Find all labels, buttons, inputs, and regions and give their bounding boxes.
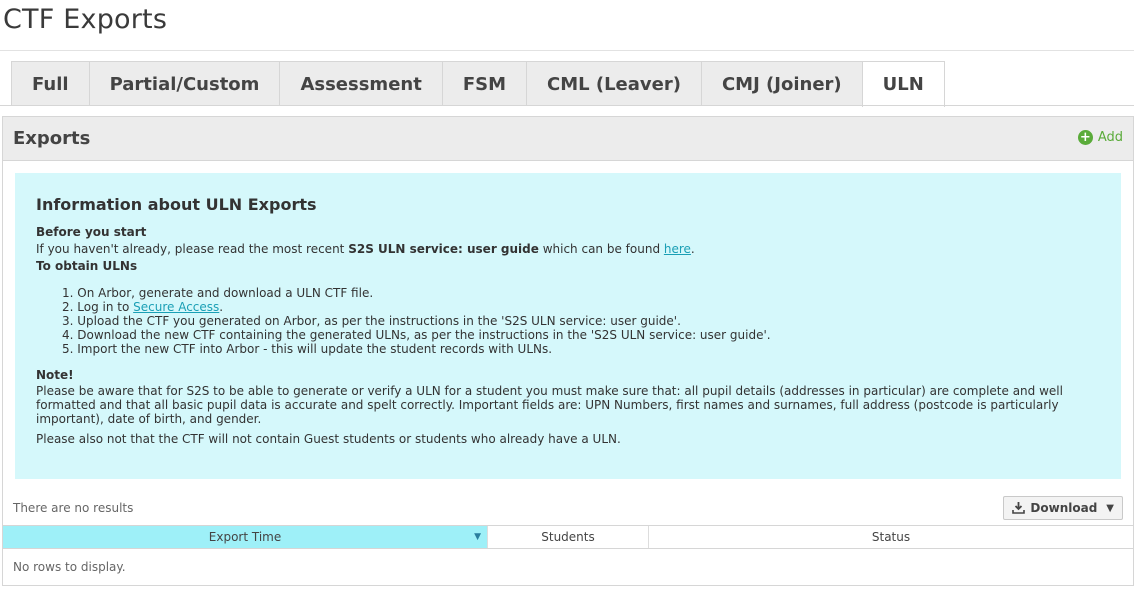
obtain-heading: To obtain ULNs (36, 259, 138, 273)
results-bar: There are no results Download ▼ (3, 492, 1133, 524)
before-text: If you haven't already, please read the … (36, 241, 1100, 258)
secure-access-link[interactable]: Secure Access (133, 300, 219, 314)
tab-fsm[interactable]: FSM (441, 61, 527, 106)
step-5: 5. Import the new CTF into Arbor - this … (62, 342, 553, 356)
add-button[interactable]: + Add (1077, 130, 1123, 145)
tab-full[interactable]: Full (11, 61, 90, 106)
exports-panel: Exports + Add Information about ULN Expo… (2, 116, 1134, 586)
before-heading: Before you start (36, 225, 147, 239)
info-box: Information about ULN Exports Before you… (15, 173, 1121, 479)
step-1: 1. On Arbor, generate and download a ULN… (62, 286, 374, 300)
step-3: 3. Upload the CTF you generated on Arbor… (62, 314, 681, 328)
column-students-label: Students (541, 530, 595, 544)
sort-desc-icon: ▼ (474, 532, 481, 542)
note-text: Please be aware that for S2S to be able … (36, 384, 1063, 426)
before-text-part-3: . (690, 242, 695, 256)
before-text-part-1: If you haven't already, please read the … (36, 242, 349, 256)
step-2: 2. Log in to Secure Access. (62, 300, 1100, 314)
column-export-time[interactable]: Export Time ▼ (3, 526, 488, 548)
info-title: Information about ULN Exports (36, 195, 317, 214)
chevron-down-icon: ▼ (1106, 502, 1114, 514)
before-text-part-2: which can be found (538, 242, 664, 256)
panel-title: Exports (13, 128, 91, 149)
step-2-end: . (219, 300, 224, 314)
table-header: Export Time ▼ Students Status (3, 525, 1133, 549)
step-4: 4. Download the new CTF containing the g… (62, 328, 771, 342)
tab-partial-custom[interactable]: Partial/Custom (88, 61, 281, 106)
no-results-text: There are no results (13, 501, 134, 515)
column-status[interactable]: Status (649, 526, 1133, 548)
download-icon (1012, 502, 1026, 514)
tab-uln[interactable]: ULN (861, 61, 945, 107)
tab-bar-divider (0, 105, 1134, 106)
tab-cml-leaver[interactable]: CML (Leaver) (526, 61, 702, 106)
here-link[interactable]: here (664, 242, 691, 256)
note-text-guest: Please also not that the CTF will not co… (36, 432, 621, 446)
note-heading: Note! (36, 368, 74, 382)
title-divider (0, 50, 1134, 51)
download-button[interactable]: Download ▼ (1003, 496, 1123, 520)
page-title: CTF Exports (3, 4, 168, 35)
steps-list: 1. On Arbor, generate and download a ULN… (62, 286, 1100, 356)
empty-table-message: No rows to display. (13, 560, 126, 574)
tab-assessment[interactable]: Assessment (279, 61, 443, 106)
step-2-text: 2. Log in to (62, 300, 134, 314)
tab-cmj-joiner[interactable]: CMJ (Joiner) (700, 61, 863, 106)
plus-circle-icon: + (1077, 130, 1093, 145)
user-guide-name: S2S ULN service: user guide (348, 242, 539, 256)
column-status-label: Status (871, 530, 911, 544)
add-button-label: Add (1097, 130, 1123, 145)
column-students[interactable]: Students (488, 526, 649, 548)
column-export-time-label: Export Time (208, 530, 282, 544)
panel-header: Exports + Add (3, 117, 1133, 161)
download-label: Download (1030, 501, 1098, 515)
tab-bar: Full Partial/Custom Assessment FSM CML (… (11, 61, 945, 107)
